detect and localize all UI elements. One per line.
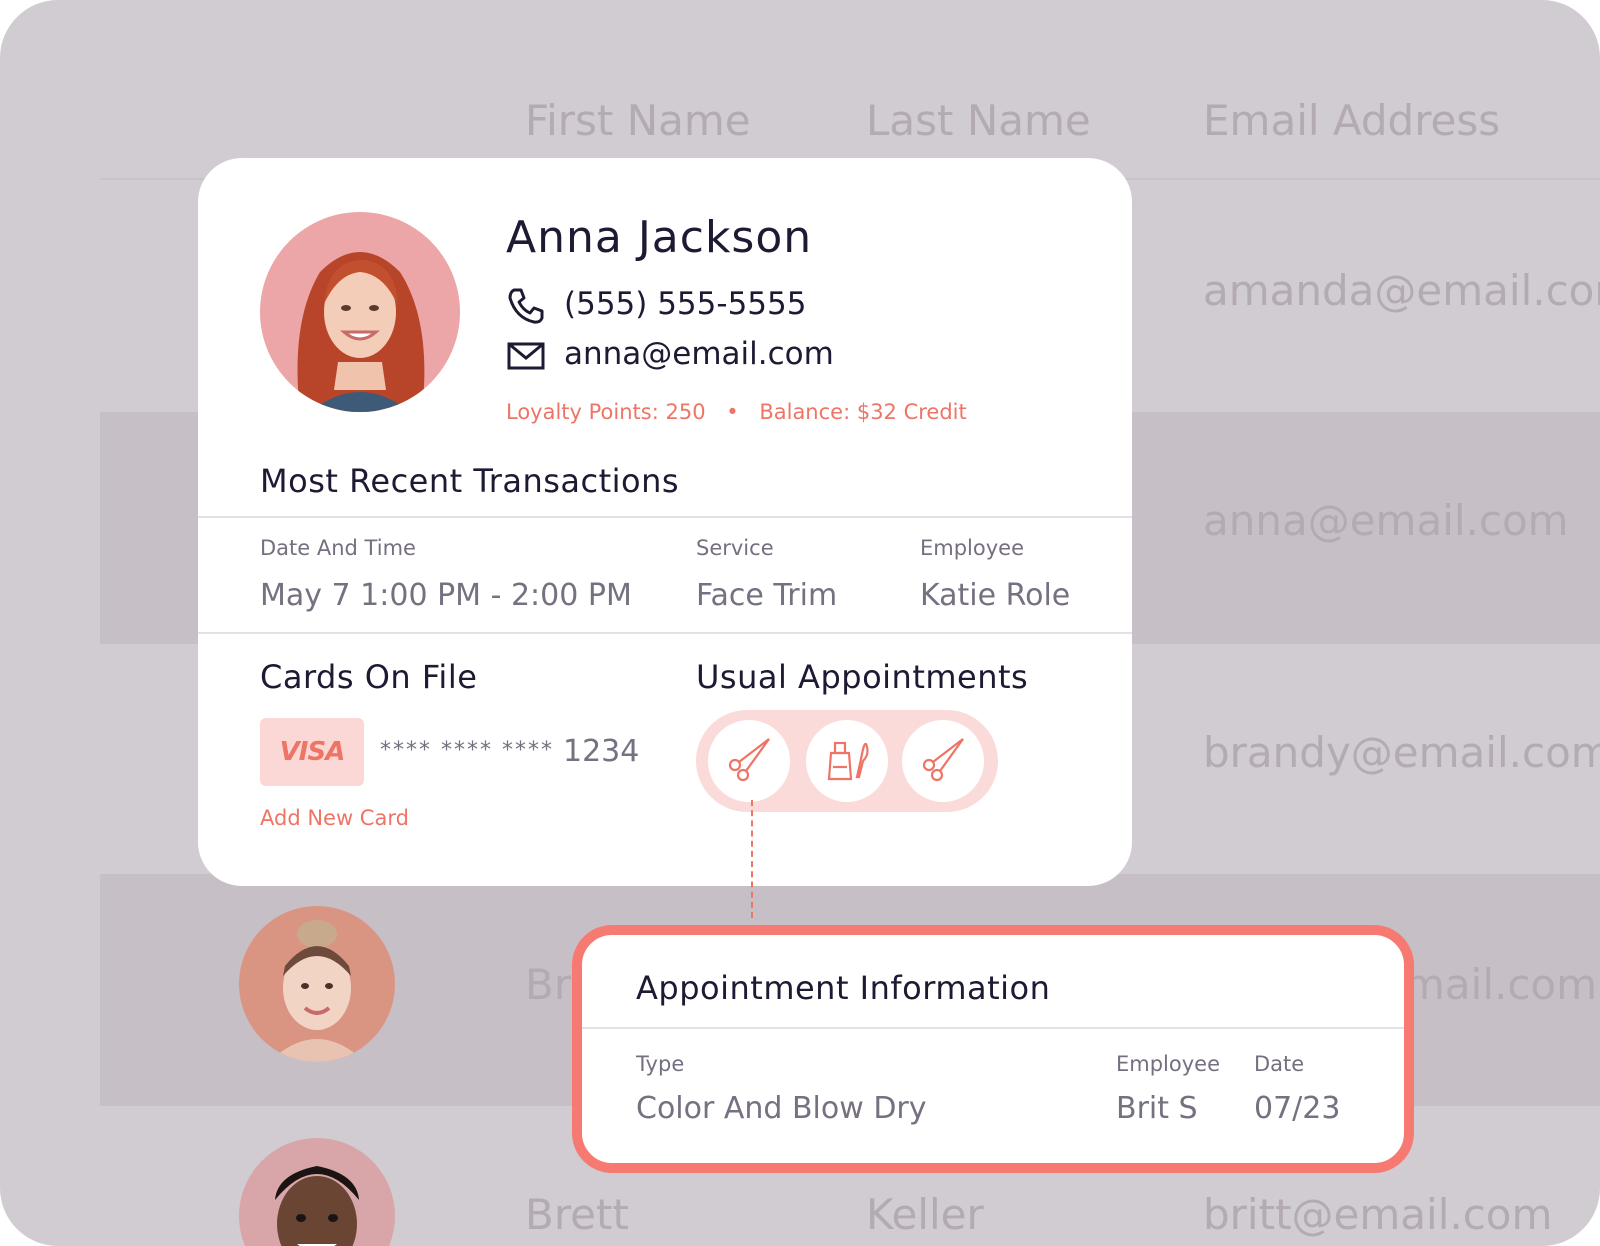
table-cell-email[interactable]: amanda@email.com: [1203, 266, 1600, 315]
connector-line: [751, 800, 753, 918]
add-new-card-link[interactable]: Add New Card: [260, 806, 409, 830]
recent-transactions-title: Most Recent Transactions: [260, 462, 680, 500]
table-cell-email[interactable]: brandy@email.com: [1203, 728, 1600, 777]
customer-card: Anna Jackson (555) 555-5555 anna@email.c…: [198, 158, 1132, 886]
table-cell-first-name[interactable]: Brett: [525, 1190, 629, 1239]
column-header-date: Date And Time: [260, 536, 416, 560]
card-mask: **** **** ****: [380, 738, 563, 763]
column-header-last-name[interactable]: Last Name: [866, 96, 1091, 145]
loyalty-points: Loyalty Points: 250: [506, 400, 706, 424]
column-header-email[interactable]: Email Address: [1203, 96, 1500, 145]
table-cell-email[interactable]: mail.com: [1404, 960, 1597, 1009]
transaction-datetime[interactable]: May 7 1:00 PM - 2:00 PM: [260, 578, 632, 613]
avatar[interactable]: [239, 906, 395, 1062]
appointment-employee[interactable]: Brit S: [1116, 1091, 1198, 1126]
usual-appointments-pill: [696, 710, 998, 812]
loyalty-balance-line: Loyalty Points: 250 • Balance: $32 Credi…: [506, 400, 967, 424]
account-balance: Balance: $32 Credit: [759, 400, 967, 424]
customer-phone[interactable]: (555) 555-5555: [564, 286, 806, 322]
appointment-info-card: Appointment Information Type Employee Da…: [572, 925, 1414, 1173]
column-header-type: Type: [636, 1052, 685, 1076]
transaction-employee[interactable]: Katie Role: [920, 578, 1070, 613]
cards-on-file-title: Cards On File: [260, 658, 478, 696]
phone-icon: [506, 286, 546, 326]
table-cell-email[interactable]: anna@email.com: [1203, 496, 1569, 545]
column-header-employee: Employee: [1116, 1052, 1221, 1076]
app-frame: First Name Last Name Email Address amand…: [0, 0, 1600, 1246]
column-header-first-name[interactable]: First Name: [525, 96, 751, 145]
scissors-icon: [723, 733, 775, 789]
column-header-date: Date: [1254, 1052, 1305, 1076]
table-cell-first-name[interactable]: Br: [525, 960, 571, 1009]
visa-card-logo[interactable]: VISA: [260, 718, 364, 786]
appointment-nails-button[interactable]: [806, 720, 888, 802]
appointment-info-title: Appointment Information: [636, 969, 1051, 1007]
separator-dot: •: [726, 400, 739, 424]
usual-appointments-title: Usual Appointments: [696, 658, 1029, 696]
appointment-type[interactable]: Color And Blow Dry: [636, 1091, 927, 1126]
appointment-trim-button[interactable]: [902, 720, 984, 802]
divider: [198, 632, 1132, 634]
mail-icon: [506, 336, 546, 376]
scissors-icon: [917, 733, 969, 789]
customer-email[interactable]: anna@email.com: [564, 336, 834, 372]
divider: [198, 516, 1132, 518]
divider: [582, 1027, 1404, 1029]
card-last4: 1234: [562, 734, 640, 769]
card-number: **** **** **** 1234: [380, 734, 639, 769]
nail-polish-icon: [821, 733, 873, 789]
avatar[interactable]: [239, 1138, 395, 1246]
column-header-employee: Employee: [920, 536, 1025, 560]
table-cell-last-name[interactable]: Keller: [866, 1190, 984, 1239]
transaction-service[interactable]: Face Trim: [696, 578, 837, 613]
column-header-service: Service: [696, 536, 774, 560]
appointment-date[interactable]: 07/23: [1254, 1091, 1340, 1126]
customer-name: Anna Jackson: [506, 212, 813, 263]
customer-avatar: [260, 212, 460, 412]
table-cell-email[interactable]: britt@email.com: [1203, 1190, 1552, 1239]
appointment-haircut-button[interactable]: [708, 720, 790, 802]
